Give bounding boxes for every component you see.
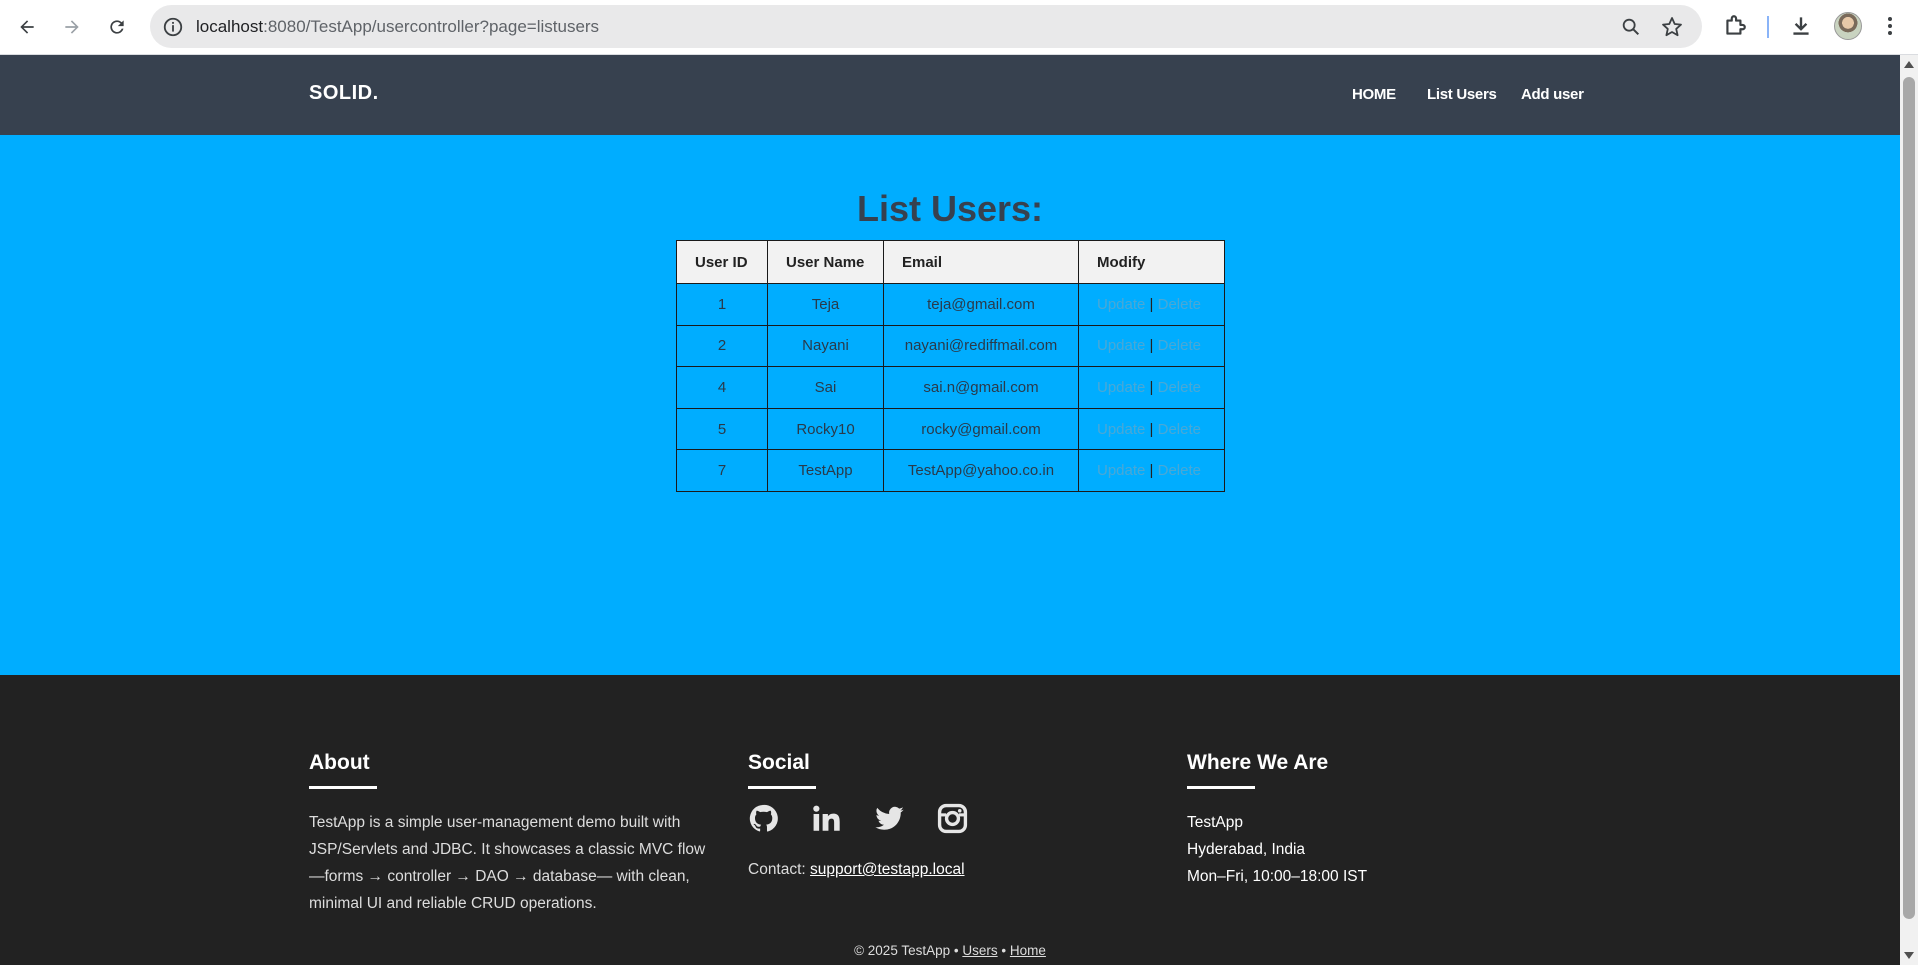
scroll-down-arrow-icon[interactable] <box>1904 952 1914 959</box>
delete-link[interactable]: Delete <box>1158 421 1201 438</box>
link-separator: | <box>1149 295 1154 313</box>
delete-link[interactable]: Delete <box>1158 296 1201 313</box>
heading-underline <box>748 786 816 789</box>
about-text: TestApp is a simple user-management demo… <box>309 814 706 912</box>
users-table: User ID User Name Email Modify 1 Teja te… <box>676 240 1225 492</box>
email-cell: TestApp@yahoo.co.in <box>883 449 1079 492</box>
delete-link[interactable]: Delete <box>1158 462 1201 479</box>
user-id-cell: 5 <box>676 407 768 451</box>
link-separator: | <box>1149 337 1154 355</box>
where-details: TestApp Hyderabad, India Mon–Fri, 10:00–… <box>1187 809 1367 890</box>
site-logo[interactable]: SOLID. <box>309 82 379 105</box>
url-host: localhost <box>196 17 264 36</box>
email-cell: sai.n@gmail.com <box>883 366 1079 409</box>
scroll-up-arrow-icon[interactable] <box>1904 61 1914 68</box>
table-row: 4 Sai sai.n@gmail.com Update | Delete <box>676 366 1225 409</box>
table-row: 5 Rocky10 rocky@gmail.com Update | Delet… <box>676 407 1225 451</box>
where-line-hours: Mon–Fri, 10:00–18:00 IST <box>1187 868 1368 885</box>
site-header: SOLID. HOME List Users Add user <box>0 55 1900 135</box>
column-header-user-name: User Name <box>767 240 884 284</box>
modify-cell: Update | Delete <box>1078 407 1225 451</box>
nav-home[interactable]: HOME <box>1352 86 1396 103</box>
email-cell: teja@gmail.com <box>883 283 1079 326</box>
where-heading: Where We Are <box>1187 751 1329 774</box>
where-line-company: TestApp <box>1187 814 1244 831</box>
footer-link-home[interactable]: Home <box>1010 943 1046 958</box>
profile-avatar[interactable] <box>1834 12 1862 40</box>
column-header-modify: Modify <box>1078 240 1225 284</box>
scrollbar-thumb[interactable] <box>1903 77 1915 919</box>
update-link[interactable]: Update <box>1097 296 1145 313</box>
user-id-cell: 1 <box>676 283 768 326</box>
update-link[interactable]: Update <box>1097 337 1145 354</box>
column-header-user-id: User ID <box>676 240 768 284</box>
user-name-cell: Sai <box>767 366 884 409</box>
nav-list-users[interactable]: List Users <box>1427 86 1497 103</box>
about-heading: About <box>309 751 370 774</box>
reload-icon[interactable] <box>102 12 132 42</box>
download-icon[interactable] <box>1788 13 1814 39</box>
twitter-icon[interactable] <box>874 803 905 834</box>
bookmark-star-icon[interactable] <box>1660 15 1684 39</box>
linkedin-icon[interactable] <box>811 803 842 834</box>
page-content: SOLID. HOME List Users Add user List Use… <box>0 55 1900 965</box>
nav-add-user[interactable]: Add user <box>1521 86 1584 103</box>
update-link[interactable]: Update <box>1097 379 1145 396</box>
update-link[interactable]: Update <box>1097 462 1145 479</box>
back-icon[interactable] <box>12 12 42 42</box>
url-path: :8080/TestApp/usercontroller?page=listus… <box>263 17 600 36</box>
modify-cell: Update | Delete <box>1078 449 1225 492</box>
modify-cell: Update | Delete <box>1078 324 1225 368</box>
update-link[interactable]: Update <box>1097 421 1145 438</box>
github-icon[interactable] <box>748 803 779 834</box>
column-header-email: Email <box>883 240 1079 284</box>
delete-link[interactable]: Delete <box>1158 337 1201 354</box>
email-cell: nayani@rediffmail.com <box>883 324 1079 368</box>
forward-icon[interactable] <box>57 12 87 42</box>
modify-cell: Update | Delete <box>1078 366 1225 409</box>
site-info-icon[interactable] <box>162 16 184 38</box>
table-header-row: User ID User Name Email Modify <box>676 240 1225 284</box>
table-row: 1 Teja teja@gmail.com Update | Delete <box>676 283 1225 326</box>
delete-link[interactable]: Delete <box>1158 379 1201 396</box>
social-icons <box>748 803 968 834</box>
page-title: List Users: <box>856 188 1044 229</box>
user-name-cell: Nayani <box>767 324 884 368</box>
browser-toolbar: localhost:8080/TestApp/usercontroller?pa… <box>0 0 1918 55</box>
user-name-cell: Teja <box>767 283 884 326</box>
more-menu-icon[interactable] <box>1880 13 1900 39</box>
main-section: List Users: User ID User Name Email Modi… <box>0 135 1900 675</box>
user-name-cell: Rocky10 <box>767 407 884 451</box>
where-line-location: Hyderabad, India <box>1187 841 1306 858</box>
table-row: 2 Nayani nayani@rediffmail.com Update | … <box>676 324 1225 368</box>
heading-underline <box>1187 786 1255 789</box>
instagram-icon[interactable] <box>937 803 968 834</box>
url-text[interactable]: localhost:8080/TestApp/usercontroller?pa… <box>196 17 599 37</box>
address-bar[interactable]: localhost:8080/TestApp/usercontroller?pa… <box>150 5 1702 48</box>
page-scrollbar[interactable] <box>1900 55 1918 965</box>
link-separator: | <box>1149 462 1154 480</box>
site-footer: About TestApp is a simple user-managemen… <box>0 675 1900 965</box>
copyright: © 2025 TestApp • Users • Home <box>0 943 1900 958</box>
user-id-cell: 4 <box>676 366 768 409</box>
table-row: 7 TestApp TestApp@yahoo.co.in Update | D… <box>676 449 1225 492</box>
modify-cell: Update | Delete <box>1078 283 1225 326</box>
footer-bullet: • <box>1001 943 1007 958</box>
extensions-icon[interactable] <box>1722 13 1748 39</box>
user-id-cell: 2 <box>676 324 768 368</box>
link-separator: | <box>1149 420 1154 438</box>
social-heading: Social <box>748 751 810 774</box>
toolbar-divider <box>1767 16 1769 38</box>
user-id-cell: 7 <box>676 449 768 492</box>
contact-email-link[interactable]: support@testapp.local <box>810 861 964 878</box>
contact-line: Contact: support@testapp.local <box>748 861 965 879</box>
zoom-icon[interactable] <box>1620 16 1642 38</box>
contact-label: Contact: <box>748 861 806 878</box>
copyright-text: © 2025 TestApp • <box>854 943 959 958</box>
email-cell: rocky@gmail.com <box>883 407 1079 451</box>
footer-link-users[interactable]: Users <box>962 943 997 958</box>
link-separator: | <box>1149 378 1154 396</box>
user-name-cell: TestApp <box>767 449 884 492</box>
heading-underline <box>309 786 377 789</box>
